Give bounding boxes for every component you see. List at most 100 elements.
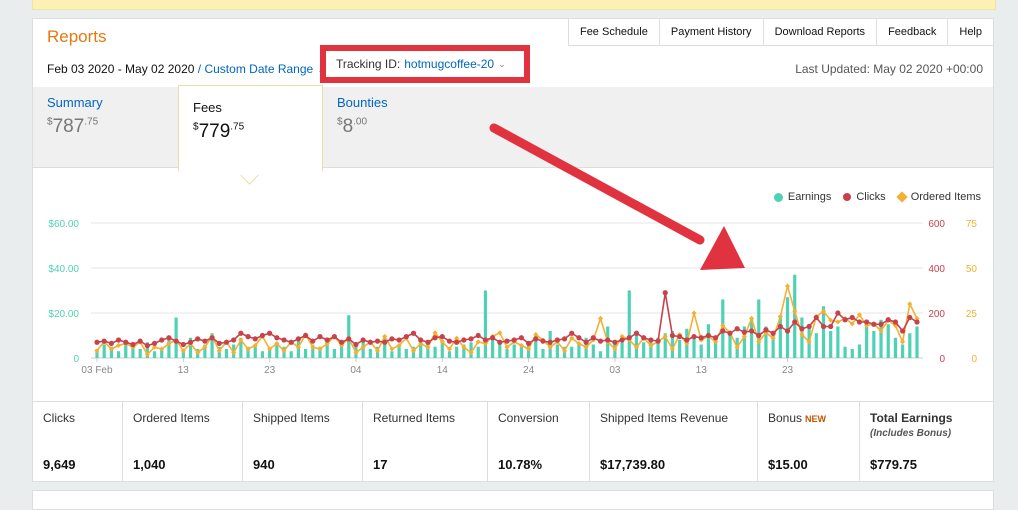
earnings-bar [598,351,603,358]
stat-label: Ordered Items [133,411,210,425]
clicks-point [130,341,136,348]
clicks-point [245,334,251,340]
clicks-point [302,332,309,339]
x-tick-label: 23 [782,365,794,376]
earnings-bar [642,342,646,358]
summary-tab-bounties[interactable]: Bounties $8.00 [337,95,388,138]
clicks-point [533,336,539,342]
chevron-down-icon[interactable]: ⌄ [498,59,506,70]
earnings-bar [836,326,840,358]
amount-cents: .75 [230,121,245,133]
earnings-bar [483,290,488,358]
clicks-point [187,339,194,345]
stat-value: $17,739.80 [600,457,666,472]
custom-date-range-link[interactable]: Custom Date Range [204,62,313,76]
stat-3: Returned Items 17 [363,402,488,482]
stat-label: Total Earnings [870,411,953,425]
earnings-bar [570,346,574,358]
clicks-point [734,326,740,332]
clicks-point [454,339,460,345]
stat-7: Total Earnings (Includes Bonus) $779.75 [860,402,993,482]
clicks-point [144,343,150,349]
clicks-point [820,323,827,330]
notice-bar [32,0,996,10]
x-tick-label: 23 [264,365,276,376]
clicks-point [878,321,884,327]
earnings-bar [814,333,818,358]
clicks-point [648,337,654,343]
clicks-point [374,338,381,344]
clicks-point [662,290,668,296]
clicks-point [159,337,165,343]
x-tick-label: 13 [178,365,190,376]
tab-fee-schedule[interactable]: Fee Schedule [567,19,659,46]
earnings-bar [843,346,847,358]
clicks-point [425,339,431,345]
clicks-point [547,339,553,345]
clicks-point [698,335,704,341]
y-right-clicks-tick-label: 200 [928,309,945,320]
tracking-id-value[interactable]: hotmugcoffee-20 [404,57,494,71]
stat-label: Bonus NEW [768,411,827,425]
earnings-bar [850,349,854,358]
clicks-point [151,340,158,346]
clicks-point [705,332,712,339]
clicks-point [792,319,798,325]
legend-clicks[interactable]: Clicks [841,191,886,203]
earnings-bar [678,340,682,358]
earnings-bar [908,333,912,358]
summary-tab-fees[interactable]: Fees $779.75 [178,85,323,171]
earnings-bar [649,340,653,358]
clicks-point [612,339,618,345]
clicks-point [238,330,244,336]
clicks-point [461,337,467,343]
clicks-point [389,336,395,342]
clicks-point [274,335,280,341]
earnings-dot-icon [773,192,783,202]
clicks-point [633,330,640,336]
clicks-point [684,337,690,343]
fees-tab-content: Fees $779.75 [193,100,244,143]
legend-ordered[interactable]: Ordered Items [896,191,981,203]
amount-whole: 787 [52,116,85,137]
earnings-bar [620,340,624,358]
clicks-point [497,339,503,345]
tab-payment-history[interactable]: Payment History [658,19,763,46]
earnings-bar [404,349,408,358]
stat-4: Conversion 10.78% [488,402,590,482]
tab-feedback[interactable]: Feedback [876,19,948,46]
legend-earnings[interactable]: Earnings [773,191,832,203]
y-right-ordered-tick-label: 75 [966,219,978,230]
clicks-point [784,328,791,334]
earnings-bar [785,297,790,358]
clicks-point [727,330,733,336]
x-tick-label: 03 Feb [81,365,113,376]
earnings-bar [455,346,459,358]
clicks-point [900,328,906,334]
clicks-point [871,321,877,327]
clicks-point [259,332,266,339]
ordered-items-point [749,315,755,321]
earnings-bar [829,331,833,358]
clicks-point [856,319,863,325]
clicks-point [835,310,841,316]
summary-tab-summary[interactable]: Summary $787.75 [47,95,103,138]
clicks-point [619,337,625,343]
earnings-bar [699,344,703,358]
clicks-dot-icon [841,191,854,203]
clicks-point [849,314,855,321]
clicks-point [583,339,589,345]
clicks-point [180,341,186,348]
stat-label: Conversion [498,411,559,425]
legend-earnings-label: Earnings [787,191,832,203]
clicks-point [231,337,237,343]
earnings-bar [224,349,229,358]
earnings-bar [857,344,862,358]
clicks-point [569,330,575,336]
tab-download-reports[interactable]: Download Reports [762,19,877,46]
clicks-point [561,336,568,342]
tab-help[interactable]: Help [947,19,993,46]
tracking-id-selector[interactable]: Tracking ID: hotmugcoffee-20 ⌄ [320,45,530,83]
stat-value: $15.00 [768,457,808,472]
clicks-point [439,334,445,340]
